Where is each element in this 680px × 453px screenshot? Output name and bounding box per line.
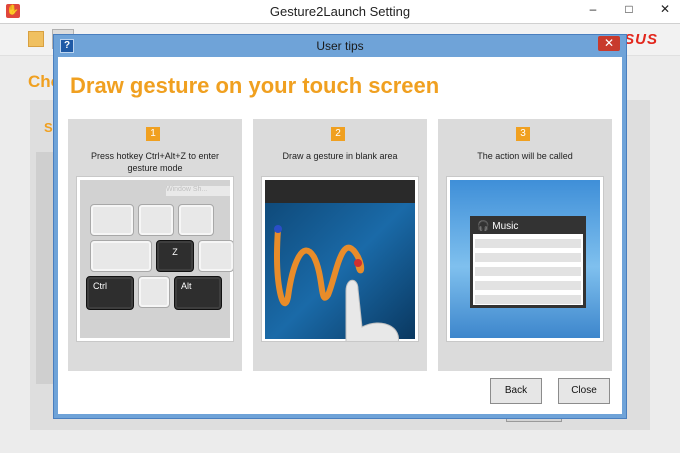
keyboard-background: Window Sh... Z Ctrl Alt: [80, 180, 233, 338]
key: [198, 240, 233, 272]
dialog-headline: Draw gesture on your touch screen: [70, 73, 440, 98]
dialog-content: Draw gesture on your touch screen 1 Pres…: [58, 57, 622, 414]
step-text: The action will be called: [477, 151, 573, 161]
main-titlebar: ✋ Gesture2Launch Setting – □ ✕: [0, 0, 680, 24]
dialog-close-button[interactable]: ✕: [598, 36, 620, 51]
close-window-button[interactable]: ✕: [658, 2, 672, 16]
key-ctrl: Ctrl: [86, 276, 134, 310]
back-button[interactable]: Back: [490, 378, 542, 404]
minimize-button[interactable]: –: [586, 2, 600, 16]
step-card-3: 3 The action will be called 🎧 Music: [438, 119, 612, 371]
window-controls: – □ ✕: [586, 2, 672, 16]
dialog-title: User tips: [316, 39, 364, 53]
music-row: [475, 239, 581, 248]
music-row: [475, 267, 581, 276]
step-text: Press hotkey Ctrl+Alt+Z to enter gesture…: [90, 151, 220, 173]
music-row: [475, 295, 581, 304]
user-tips-dialog: ? User tips ✕ Draw gesture on your touch…: [53, 34, 627, 419]
step-card-2: 2 Draw a gesture in blank area: [253, 119, 427, 371]
desktop-background: 🎧 Music: [450, 180, 600, 338]
step-number: 3: [516, 127, 530, 141]
music-row: [475, 281, 581, 290]
step-number: 2: [331, 127, 345, 141]
add-icon[interactable]: [28, 31, 44, 47]
touch-screen-image: [261, 176, 419, 342]
key: [178, 204, 214, 236]
dialog-titlebar: ? User tips ✕: [54, 35, 626, 57]
key: [90, 204, 134, 236]
music-window-title: 🎧 Music: [473, 219, 583, 234]
key-z: Z: [156, 240, 194, 272]
music-app-image: 🎧 Music: [446, 176, 604, 342]
keyboard-image: Window Sh... Z Ctrl Alt: [76, 176, 234, 342]
ghost-window-label: Window Sh...: [166, 186, 233, 196]
music-title-text: Music: [492, 221, 519, 232]
key: [138, 204, 174, 236]
step-number: 1: [146, 127, 160, 141]
main-subheading: S: [44, 120, 53, 135]
music-window: 🎧 Music: [470, 216, 586, 308]
key-alt: Alt: [174, 276, 222, 310]
close-button[interactable]: Close: [558, 378, 610, 404]
gesture-drawing-icon: [274, 225, 399, 341]
maximize-button[interactable]: □: [622, 2, 636, 16]
step-card-1: 1 Press hotkey Ctrl+Alt+Z to enter gestu…: [68, 119, 242, 371]
step-text: Draw a gesture in blank area: [282, 151, 398, 161]
key: [138, 276, 170, 308]
music-row: [475, 253, 581, 262]
key: [90, 240, 152, 272]
headphones-icon: 🎧: [477, 221, 490, 232]
main-window-title: Gesture2Launch Setting: [269, 4, 411, 19]
